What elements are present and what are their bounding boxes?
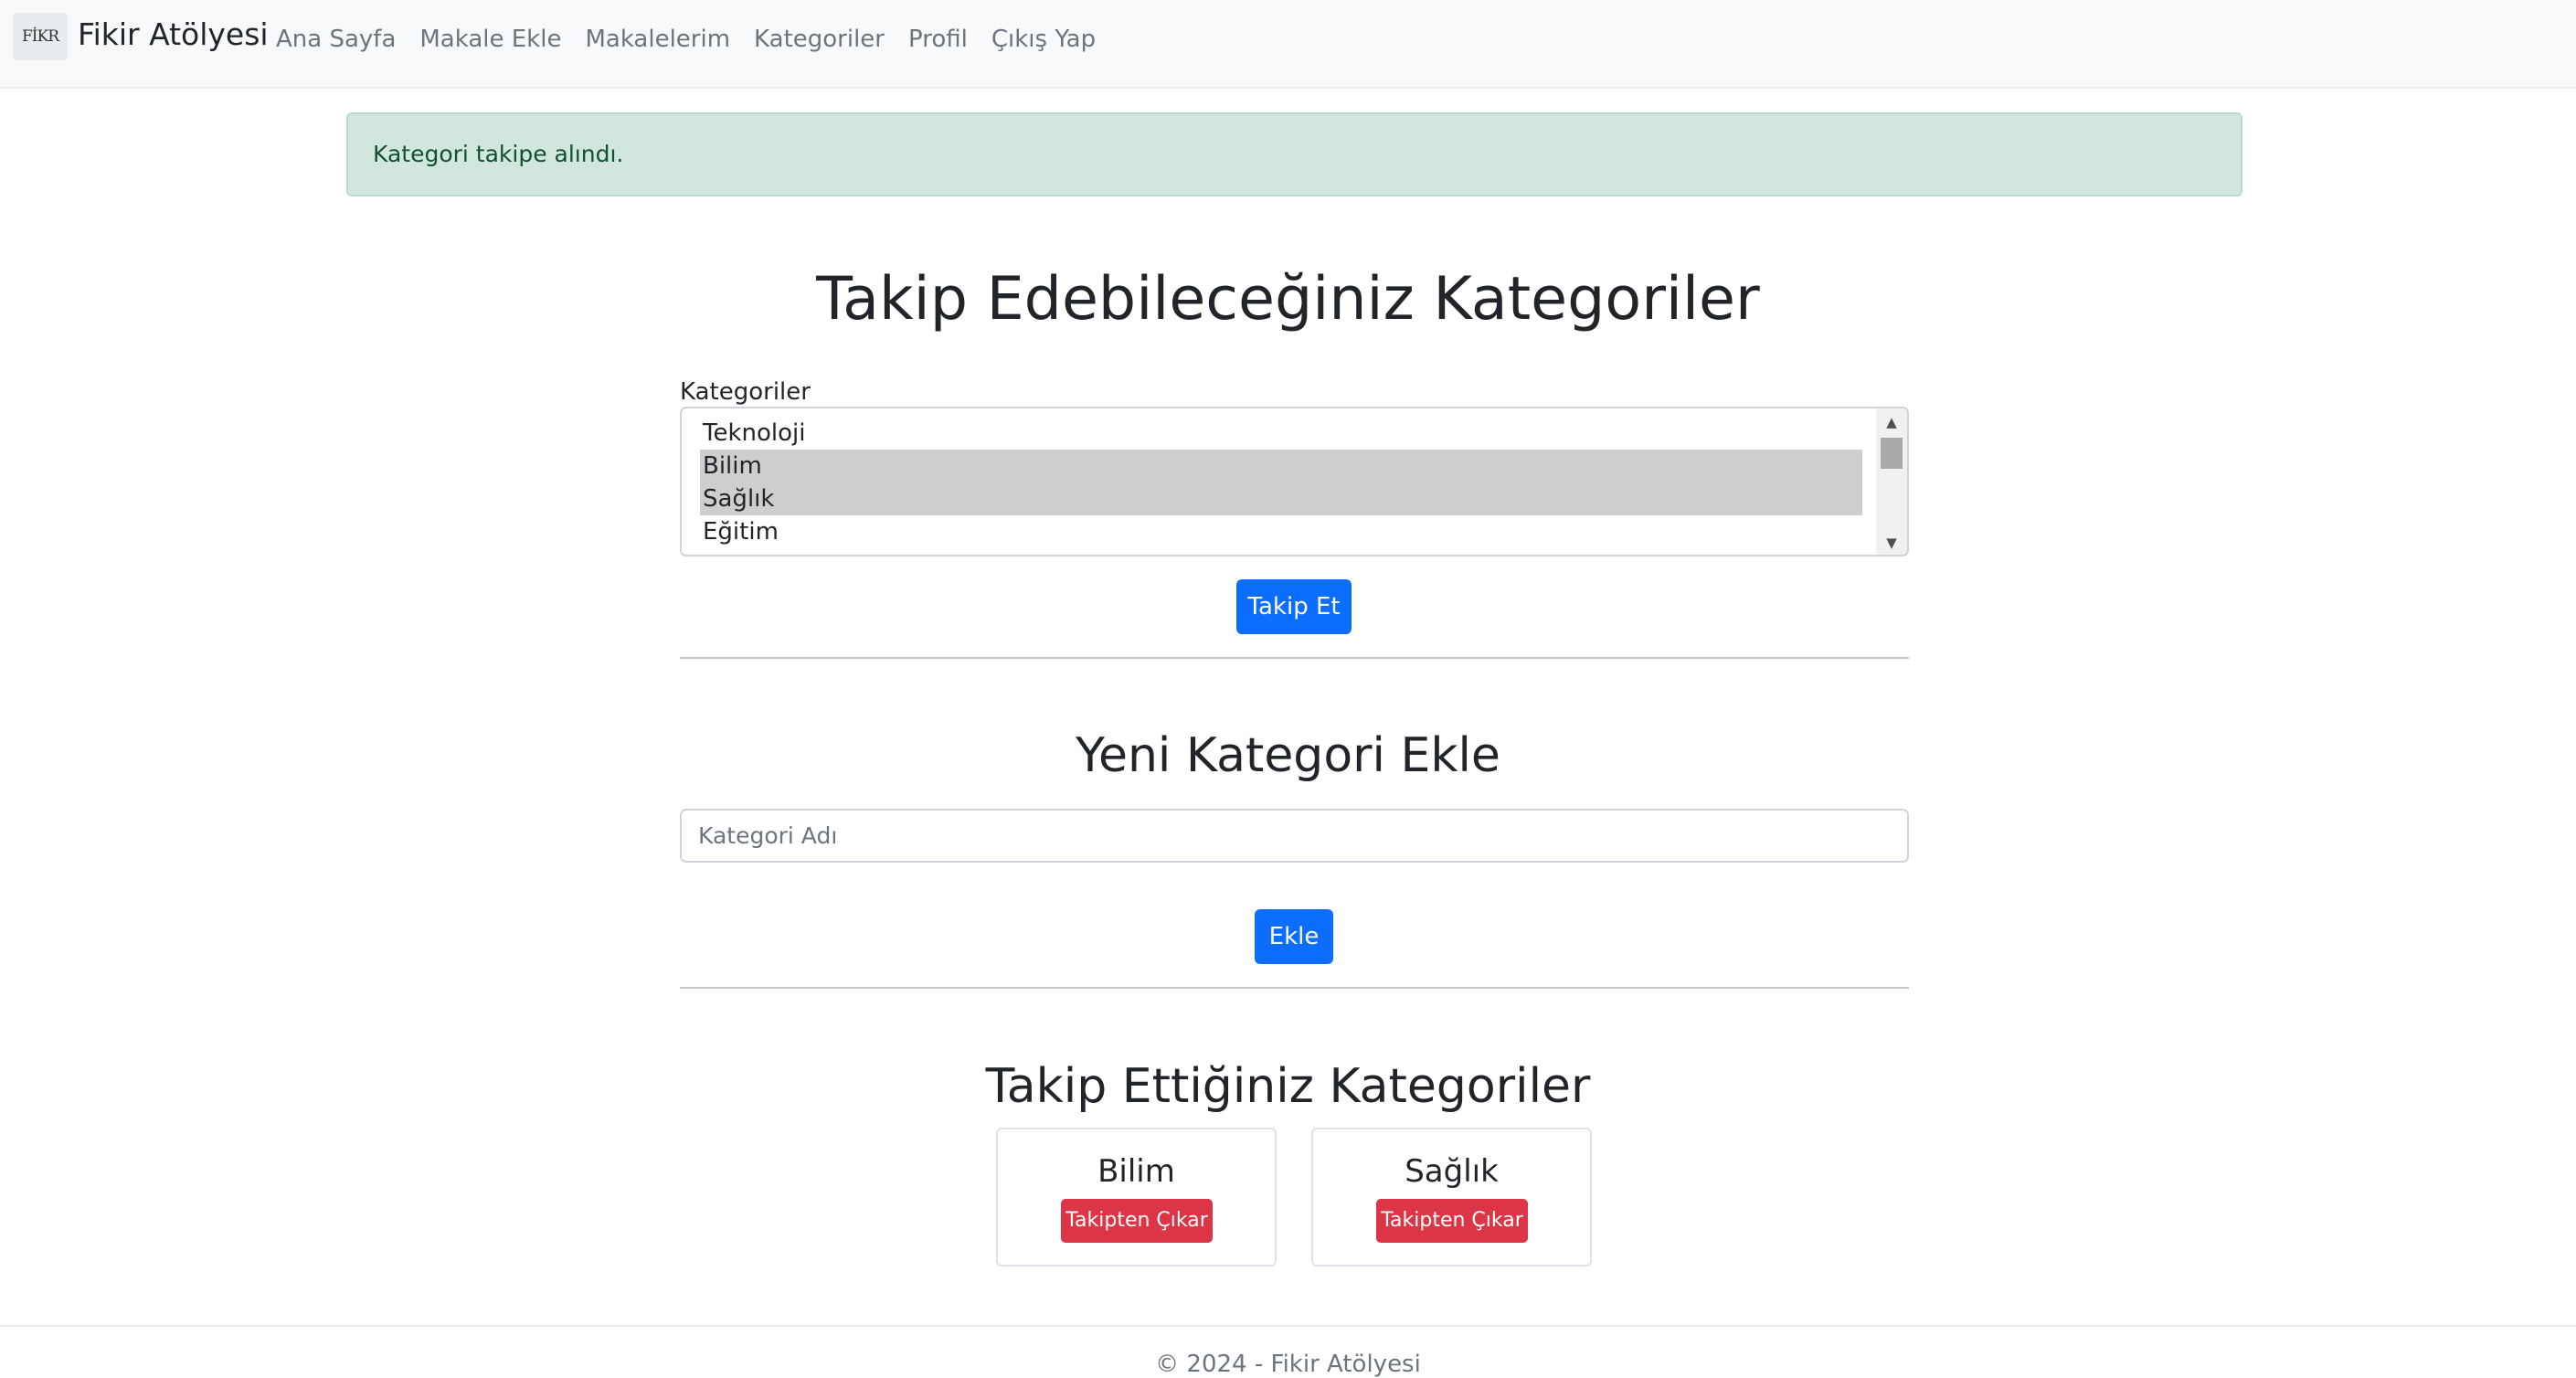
followed-category-card: Sağlık Takipten Çıkar — [1311, 1128, 1592, 1267]
brand-logo[interactable]: FİKR — [13, 13, 68, 60]
nav-link-cikis-yap[interactable]: Çıkış Yap — [991, 26, 1096, 53]
brand-name[interactable]: Fikir Atölyesi — [78, 16, 269, 52]
list-option-saglik[interactable]: Sağlık — [700, 482, 1862, 515]
nav-link-ana-sayfa[interactable]: Ana Sayfa — [276, 26, 396, 53]
followed-category-card: Bilim Takipten Çıkar — [996, 1128, 1277, 1267]
follow-section-title: Takip Edebileceğiniz Kategoriler — [816, 265, 1760, 334]
categories-listbox[interactable]: Teknoloji Bilim Sağlık Eğitim ▲ ▼ — [680, 407, 1909, 556]
navbar: FİKR Fikir Atölyesi Ana Sayfa Makale Ekl… — [0, 0, 2576, 89]
add-section-title: Yeni Kategori Ekle — [1076, 728, 1500, 783]
listbox-scrollbar[interactable]: ▲ ▼ — [1876, 408, 1907, 555]
follow-button[interactable]: Takip Et — [1236, 579, 1352, 634]
nav-link-makale-ekle[interactable]: Makale Ekle — [419, 26, 561, 53]
scroll-thumb[interactable] — [1881, 438, 1903, 469]
card-title: Bilim — [1097, 1153, 1175, 1190]
categories-label: Kategoriler — [680, 378, 811, 406]
list-option-teknoloji[interactable]: Teknoloji — [700, 417, 1862, 450]
list-option-egitim[interactable]: Eğitim — [700, 515, 1862, 548]
nav-links: Ana Sayfa Makale Ekle Makalelerim Katego… — [276, 26, 1096, 53]
footer-divider — [0, 1325, 2576, 1327]
unfollow-button[interactable]: Takipten Çıkar — [1061, 1199, 1213, 1243]
unfollow-button[interactable]: Takipten Çıkar — [1376, 1199, 1528, 1243]
nav-link-makalelerim[interactable]: Makalelerim — [585, 26, 730, 53]
category-name-input[interactable] — [680, 809, 1909, 863]
nav-link-kategoriler[interactable]: Kategoriler — [754, 26, 885, 53]
nav-link-profil[interactable]: Profil — [908, 26, 968, 53]
scroll-down-icon[interactable]: ▼ — [1876, 533, 1907, 553]
brand-logo-text: FİKR — [21, 27, 59, 46]
followed-section-title: Takip Ettiğiniz Kategoriler — [985, 1059, 1591, 1114]
scroll-up-icon[interactable]: ▲ — [1876, 412, 1907, 432]
card-title: Sağlık — [1405, 1153, 1499, 1190]
section-divider — [680, 987, 1909, 989]
success-alert: Kategori takipe alındı. — [346, 112, 2242, 196]
add-category-button[interactable]: Ekle — [1255, 909, 1333, 964]
list-option-bilim[interactable]: Bilim — [700, 450, 1862, 482]
footer-copyright: © 2024 - Fikir Atölyesi — [1155, 1351, 1421, 1378]
section-divider — [680, 657, 1909, 659]
